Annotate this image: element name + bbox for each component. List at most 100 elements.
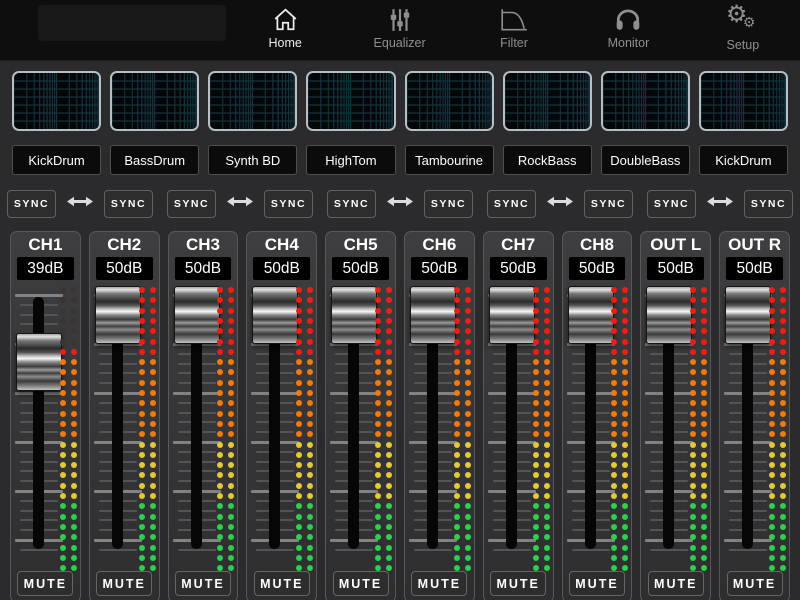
fader-knob[interactable] [410, 286, 456, 344]
meter-led [465, 421, 471, 427]
sample-name-button[interactable]: Synth BD [208, 145, 297, 175]
meter-led [690, 452, 696, 458]
nav-tab-equalizer[interactable]: Equalizer [342, 0, 456, 60]
meter-led [296, 462, 302, 468]
meter-led [228, 308, 234, 314]
fader-knob[interactable] [174, 286, 220, 344]
meter-led [769, 421, 775, 427]
mute-button[interactable]: MUTE [333, 571, 389, 596]
fader-knob[interactable] [725, 286, 771, 344]
meter-led [60, 411, 66, 417]
sample-name-button[interactable]: BassDrum [110, 145, 199, 175]
fader-knob[interactable] [95, 286, 141, 344]
meter-led [533, 483, 539, 489]
meter-led [769, 452, 775, 458]
scope-display[interactable] [503, 71, 592, 131]
meter-led [150, 369, 156, 375]
sync-button-right[interactable]: SYNC [584, 190, 633, 218]
meter-led [454, 400, 460, 406]
scope-display[interactable] [110, 71, 199, 131]
meter-led [533, 318, 539, 324]
meter-led [690, 483, 696, 489]
meter-led [690, 369, 696, 375]
channel-strip: OUT R50dBMUTE [719, 231, 790, 600]
meter-led [228, 524, 234, 530]
meter-led [454, 297, 460, 303]
nav-tab-setup[interactable]: ⚙⚙ Setup [686, 0, 800, 60]
channel-title: CH1 [11, 235, 80, 257]
sample-name-button[interactable]: KickDrum [699, 145, 788, 175]
sample-name-button[interactable]: DoubleBass [601, 145, 690, 175]
scope-display[interactable] [699, 71, 788, 131]
nav-tab-filter[interactable]: Filter [457, 0, 571, 60]
sync-button-left[interactable]: SYNC [167, 190, 216, 218]
nav-tab-home[interactable]: Home [228, 0, 342, 60]
mute-button[interactable]: MUTE [411, 571, 467, 596]
meter-led [544, 545, 550, 551]
meter-led [701, 308, 707, 314]
scope-display[interactable] [306, 71, 395, 131]
mute-button[interactable]: MUTE [569, 571, 625, 596]
meter-led [533, 380, 539, 386]
meter-led [71, 297, 77, 303]
sample-name-button[interactable]: HighTom [306, 145, 395, 175]
fader-knob[interactable] [16, 333, 62, 391]
mute-button[interactable]: MUTE [96, 571, 152, 596]
meter-led [690, 411, 696, 417]
sync-button-right[interactable]: SYNC [744, 190, 793, 218]
sync-button-left[interactable]: SYNC [647, 190, 696, 218]
nav-tab-monitor[interactable]: Monitor [571, 0, 685, 60]
meter-led [307, 421, 313, 427]
equalizer-icon [387, 7, 413, 33]
meter-led [690, 287, 696, 293]
meter-led [217, 380, 223, 386]
meter-led [544, 328, 550, 334]
sync-pair: SYNC SYNC [640, 190, 800, 218]
meter-led [386, 534, 392, 540]
meter-led [228, 297, 234, 303]
scope-display[interactable] [12, 71, 101, 131]
meter-led [217, 462, 223, 468]
meter-led [533, 442, 539, 448]
fader-knob[interactable] [568, 286, 614, 344]
meter-led [60, 545, 66, 551]
sample-name-button[interactable]: RockBass [503, 145, 592, 175]
mute-button[interactable]: MUTE [254, 571, 310, 596]
meter-led [307, 503, 313, 509]
mute-button[interactable]: MUTE [648, 571, 704, 596]
meter-led [217, 308, 223, 314]
sync-button-right[interactable]: SYNC [264, 190, 313, 218]
fader-knob[interactable] [252, 286, 298, 344]
meter-led [139, 359, 145, 365]
sample-name-button[interactable]: KickDrum [12, 145, 101, 175]
mute-button[interactable]: MUTE [727, 571, 783, 596]
sync-button-left[interactable]: SYNC [487, 190, 536, 218]
scope-display[interactable] [601, 71, 690, 131]
scope-display[interactable] [405, 71, 494, 131]
meter-led [296, 318, 302, 324]
meter-led [386, 287, 392, 293]
meter-led [217, 328, 223, 334]
meter-led [386, 339, 392, 345]
mute-button[interactable]: MUTE [490, 571, 546, 596]
fader-knob[interactable] [646, 286, 692, 344]
meter-led [454, 431, 460, 437]
fader-knob[interactable] [331, 286, 377, 344]
meter-led [307, 442, 313, 448]
mute-button[interactable]: MUTE [17, 571, 73, 596]
sync-button-right[interactable]: SYNC [104, 190, 153, 218]
scope-display[interactable] [208, 71, 297, 131]
sync-button-left[interactable]: SYNC [7, 190, 56, 218]
mute-button[interactable]: MUTE [175, 571, 231, 596]
meter-led [533, 390, 539, 396]
meter-led [622, 287, 628, 293]
channel-title: CH3 [169, 235, 238, 257]
sync-button-left[interactable]: SYNC [327, 190, 376, 218]
fader-knob[interactable] [489, 286, 535, 344]
meter-led [780, 369, 786, 375]
sync-button-right[interactable]: SYNC [424, 190, 473, 218]
meter-led [375, 380, 381, 386]
sample-name-button[interactable]: Tambourine [405, 145, 494, 175]
meter-led [690, 555, 696, 561]
meter-led [454, 328, 460, 334]
